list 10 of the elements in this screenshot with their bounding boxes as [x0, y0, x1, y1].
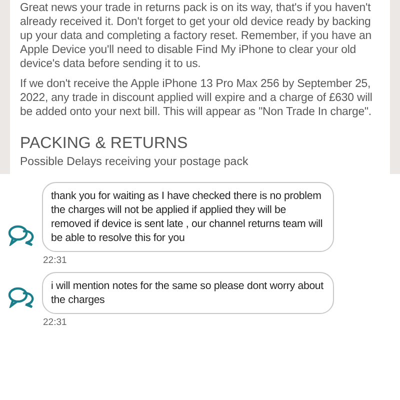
chat-bubbles-icon	[8, 286, 34, 308]
notice-paragraph: Great news your trade in returns pack is on its way, that's if you haven't already received it. Don't forget to get your old device ready by backing up your data and completing a factory reset. Remember, if you have an Apple Device you'll need to disable Find My iPhone to clear your old device's data before sending it to us.	[20, 1, 372, 71]
section-heading: PACKING & RETURNS	[20, 135, 189, 153]
section-subheading: Possible Delays receiving your postage pack	[20, 156, 250, 168]
message-time: 22:31	[43, 255, 68, 266]
chat-bubbles-icon	[8, 224, 34, 246]
message-time: 22:31	[43, 317, 68, 328]
chat-message: thank you for waiting as I have checked there is no problem the charges will not be applied if applied they will be removed if device is sent late , our channel returns team will be able to resolve this for you	[42, 182, 334, 252]
chat-message: i will mention notes for the same so please dont worry about the charges	[42, 272, 334, 314]
notice-paragraph: If we don't receive the Apple iPhone 13 Pro Max 256 by September 25, 2022, any trade in discount applied will expire and a charge of £630 will be added onto your next bill. This will appear as "Non Trade In charge".	[20, 77, 374, 119]
